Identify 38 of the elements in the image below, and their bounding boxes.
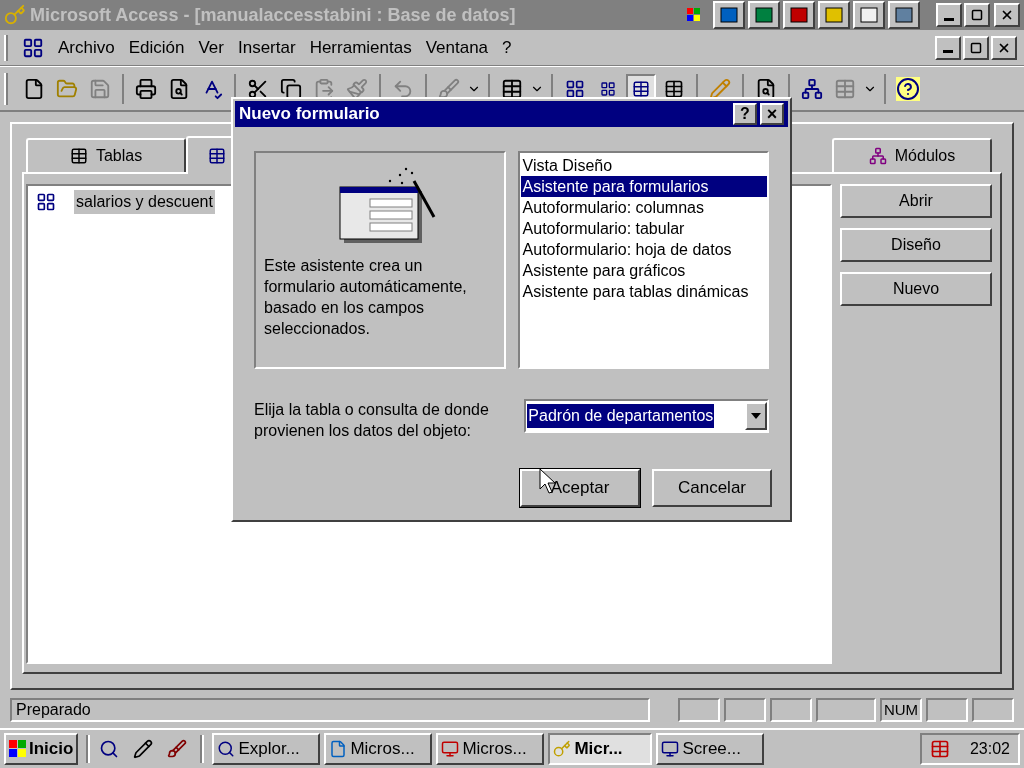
list-option[interactable]: Autoformulario: hoja de datos xyxy=(520,239,767,260)
source-label: Elija la tabla o consulta de donde provienen los datos del objeto: xyxy=(254,400,490,441)
menu-item[interactable]: Ventana xyxy=(425,34,489,61)
taskbar-button[interactable]: Micr... xyxy=(548,733,653,765)
menu-item[interactable]: Herramientas xyxy=(309,34,412,61)
status-text: Preparado xyxy=(10,698,650,722)
clock: 23:02 xyxy=(969,739,1010,759)
taskbar-button[interactable]: Micros... xyxy=(324,733,433,765)
menu-item[interactable]: Archivo xyxy=(58,34,115,61)
status-indicator: NUM xyxy=(880,698,922,722)
taskbar-button[interactable]: Scree... xyxy=(656,733,765,765)
taskbar-button[interactable]: Micros... xyxy=(436,733,545,765)
side-button[interactable]: Nuevo xyxy=(840,272,992,306)
dialog-button[interactable]: Cancelar xyxy=(652,469,772,507)
list-option[interactable]: Asistente para formularios xyxy=(520,176,767,197)
list-option[interactable]: Asistente para gráficos xyxy=(520,260,767,281)
list-item[interactable]: salarios y descuent xyxy=(74,190,215,214)
tab[interactable]: Tablas xyxy=(26,138,186,172)
help-button[interactable]: ? xyxy=(733,103,757,125)
side-button[interactable]: Abrir xyxy=(840,184,992,218)
source-dropdown[interactable]: Padrón de departamentos xyxy=(524,399,769,433)
menu-item[interactable]: Insertar xyxy=(238,34,296,61)
list-option[interactable]: Vista Diseño xyxy=(520,155,767,176)
wizard-description: Este asistente crea un formulario automáticamente, basado en los campos seleccionados. xyxy=(264,256,468,339)
menu-item[interactable]: ? xyxy=(502,34,512,61)
menu-item[interactable]: Edición xyxy=(128,34,185,61)
menu-item[interactable]: Ver xyxy=(198,34,224,61)
close-button[interactable]: × xyxy=(760,103,784,125)
tab[interactable]: Módulos xyxy=(832,138,992,172)
taskbar-button[interactable]: Explor... xyxy=(212,733,321,765)
dialog-button[interactable]: Aceptar xyxy=(520,469,640,507)
side-button[interactable]: Diseño xyxy=(840,228,992,262)
window-title: Microsoft Access - [manualaccesstabini : Base de datos] xyxy=(30,3,516,27)
start-button[interactable]: Inicio xyxy=(4,733,79,765)
dialog-title: Nuevo formulario xyxy=(239,103,380,126)
list-option[interactable]: Autoformulario: columnas xyxy=(520,197,767,218)
list-option[interactable]: Asistente para tablas dinámicas xyxy=(520,281,767,302)
list-option[interactable]: Autoformulario: tabular xyxy=(520,218,767,239)
